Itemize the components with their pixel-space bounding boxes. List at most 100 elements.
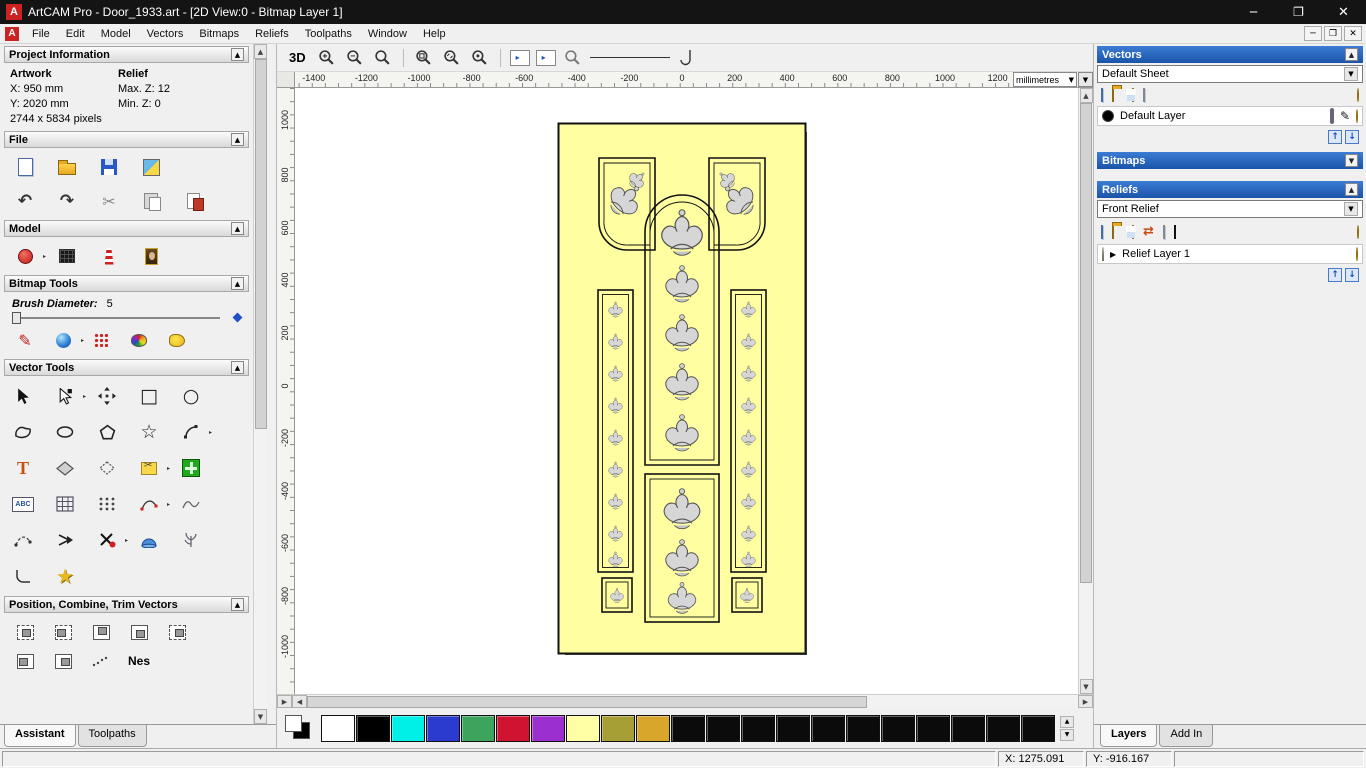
minimize-button[interactable]: ─ — [1231, 0, 1276, 24]
close-button[interactable]: ✕ — [1321, 0, 1366, 24]
expand-icon[interactable]: ▼ — [1345, 154, 1358, 167]
scrollbar-thumb[interactable] — [1080, 103, 1092, 583]
expand-arrow-icon[interactable]: ▶ — [1110, 250, 1116, 259]
colour-palette-icon[interactable] — [126, 328, 152, 352]
tab-layers[interactable]: Layers — [1100, 725, 1158, 747]
tab-toolpaths[interactable]: Toolpaths — [77, 725, 147, 747]
align-bottom-icon[interactable] — [126, 620, 152, 644]
palette-swatch-2[interactable] — [391, 714, 425, 742]
new-model-icon[interactable] — [12, 155, 38, 179]
vector-sheet-selector[interactable]: Default Sheet ▼ — [1097, 65, 1363, 83]
align-left-icon[interactable] — [50, 620, 76, 644]
maximize-button[interactable]: ❐ — [1276, 0, 1321, 24]
palette-swatch-0[interactable] — [321, 714, 355, 742]
node-editing-icon[interactable] — [52, 384, 86, 408]
snip-vector-icon[interactable] — [136, 456, 170, 480]
open-model-icon[interactable] — [54, 155, 80, 179]
vector-direction-icon[interactable] — [52, 528, 78, 552]
chevron-down-icon[interactable]: ▼ — [1344, 67, 1358, 81]
palette-swatch-11[interactable] — [706, 714, 740, 742]
colour-sphere-icon[interactable] — [50, 328, 84, 352]
model-section-header[interactable]: Model ▲ — [4, 220, 249, 237]
zoom-previous-icon[interactable] — [372, 48, 394, 68]
select-vectors-icon[interactable] — [10, 384, 36, 408]
align-right-icon[interactable] — [164, 620, 190, 644]
palette-scroll-up-icon[interactable]: ▲ — [1060, 715, 1074, 728]
collapse-icon[interactable]: ▲ — [231, 48, 244, 61]
canvas-vertical-scrollbar[interactable]: ▲ ▼ — [1078, 88, 1093, 694]
palette-swatch-15[interactable] — [846, 714, 880, 742]
new-sheet-icon[interactable] — [1143, 88, 1145, 102]
position-combine-trim-header[interactable]: Position, Combine, Trim Vectors ▲ — [4, 596, 249, 613]
relief-preview-icon[interactable] — [1173, 224, 1176, 239]
palette-swatch-14[interactable] — [811, 714, 845, 742]
new-vector-layer-icon[interactable] — [1101, 88, 1103, 102]
collapse-icon[interactable]: ▲ — [1345, 183, 1358, 196]
flood-fill-icon[interactable] — [164, 328, 190, 352]
vector-tools-header[interactable]: Vector Tools ▲ — [4, 359, 249, 376]
arc-tool-icon[interactable] — [178, 420, 212, 444]
collapse-icon[interactable]: ▲ — [231, 133, 244, 146]
zoom-window-icon[interactable] — [413, 48, 435, 68]
save-model-icon[interactable] — [96, 155, 122, 179]
nesting-icon[interactable]: Nes — [126, 649, 152, 673]
texture-flow-icon[interactable] — [178, 528, 204, 552]
scroll-down-icon[interactable]: ▼ — [1079, 679, 1093, 694]
bitmaps-section-header[interactable]: Bitmaps ▼ — [1097, 152, 1363, 169]
units-dropdown-button[interactable]: ▼ — [1078, 72, 1093, 87]
collapse-icon[interactable]: ▲ — [1345, 48, 1358, 61]
spray-icon[interactable] — [88, 328, 114, 352]
mdi-minimize-button[interactable]: ─ — [1304, 26, 1322, 41]
snap-grid-toggle-icon[interactable] — [509, 49, 530, 66]
scroll-up-icon[interactable]: ▲ — [254, 44, 267, 59]
new-relief-layer-icon[interactable] — [1101, 224, 1103, 239]
import-model-icon[interactable] — [138, 155, 164, 179]
copy-icon[interactable] — [138, 189, 164, 213]
menu-item-model[interactable]: Model — [93, 26, 139, 42]
palette-swatch-3[interactable] — [426, 714, 460, 742]
create-star-icon[interactable]: ★ — [52, 564, 78, 588]
paste-along-vector-icon[interactable] — [178, 456, 204, 480]
zoom-in-icon[interactable] — [316, 48, 338, 68]
adjust-bitmap-icon[interactable] — [54, 244, 80, 268]
zoom-out-icon[interactable] — [344, 48, 366, 68]
collapse-icon[interactable]: ▲ — [231, 598, 244, 611]
palette-swatch-10[interactable] — [671, 714, 705, 742]
pan-view-icon[interactable] — [562, 48, 584, 68]
open-relief-layer-icon[interactable] — [1112, 224, 1114, 239]
join-vectors-icon[interactable] — [10, 528, 36, 552]
offset-vectors-icon[interactable] — [52, 456, 78, 480]
palette-swatch-13[interactable] — [776, 714, 810, 742]
wrap-text-icon[interactable]: ABC — [10, 492, 36, 516]
file-section-header[interactable]: File ▲ — [4, 131, 249, 148]
align-top-icon[interactable] — [88, 620, 114, 644]
layer-visibility-icon[interactable] — [1356, 109, 1358, 123]
bitmap-tools-header[interactable]: Bitmap Tools ▲ — [4, 275, 249, 292]
menu-item-edit[interactable]: Edit — [58, 26, 93, 42]
transform-vectors-icon[interactable] — [94, 384, 120, 408]
fit-curve-icon[interactable] — [178, 492, 204, 516]
toggle-relief-visibility-icon[interactable] — [1357, 224, 1359, 239]
layer-edit-icon[interactable]: ✎ — [1340, 109, 1350, 123]
palette-swatch-17[interactable] — [916, 714, 950, 742]
menu-item-help[interactable]: Help — [415, 26, 454, 42]
move-layer-up-icon[interactable]: ↑ — [1328, 130, 1342, 144]
paint-brush-icon[interactable]: ✎ — [12, 328, 38, 352]
reliefs-section-header[interactable]: Reliefs ▲ — [1097, 181, 1363, 198]
canvas-horizontal-scrollbar[interactable]: ▶ ◀ ▶ — [277, 694, 1093, 708]
collapse-icon[interactable]: ▲ — [231, 277, 244, 290]
scrollbar-thumb[interactable] — [254, 59, 267, 429]
palette-scroll-down-icon[interactable]: ▼ — [1060, 728, 1074, 741]
move-layer-up-icon[interactable]: ↑ — [1328, 268, 1342, 282]
move-layer-down-icon[interactable]: ↓ — [1345, 130, 1359, 144]
drawing-canvas[interactable] — [295, 88, 1078, 694]
relief-layer-row[interactable]: ▶ Relief Layer 1 — [1097, 244, 1363, 264]
new-relief-sheet-icon[interactable] — [1162, 224, 1165, 239]
zoom-objects-icon[interactable] — [469, 48, 491, 68]
palette-swatch-4[interactable] — [461, 714, 495, 742]
scroll-left-icon[interactable]: ◀ — [292, 695, 307, 708]
foreground-background-swatch[interactable] — [283, 714, 317, 742]
palette-swatch-8[interactable] — [601, 714, 635, 742]
cut-icon[interactable]: ✂ — [96, 189, 122, 213]
transfer-relief-icon[interactable]: ⇄ — [1143, 224, 1154, 239]
